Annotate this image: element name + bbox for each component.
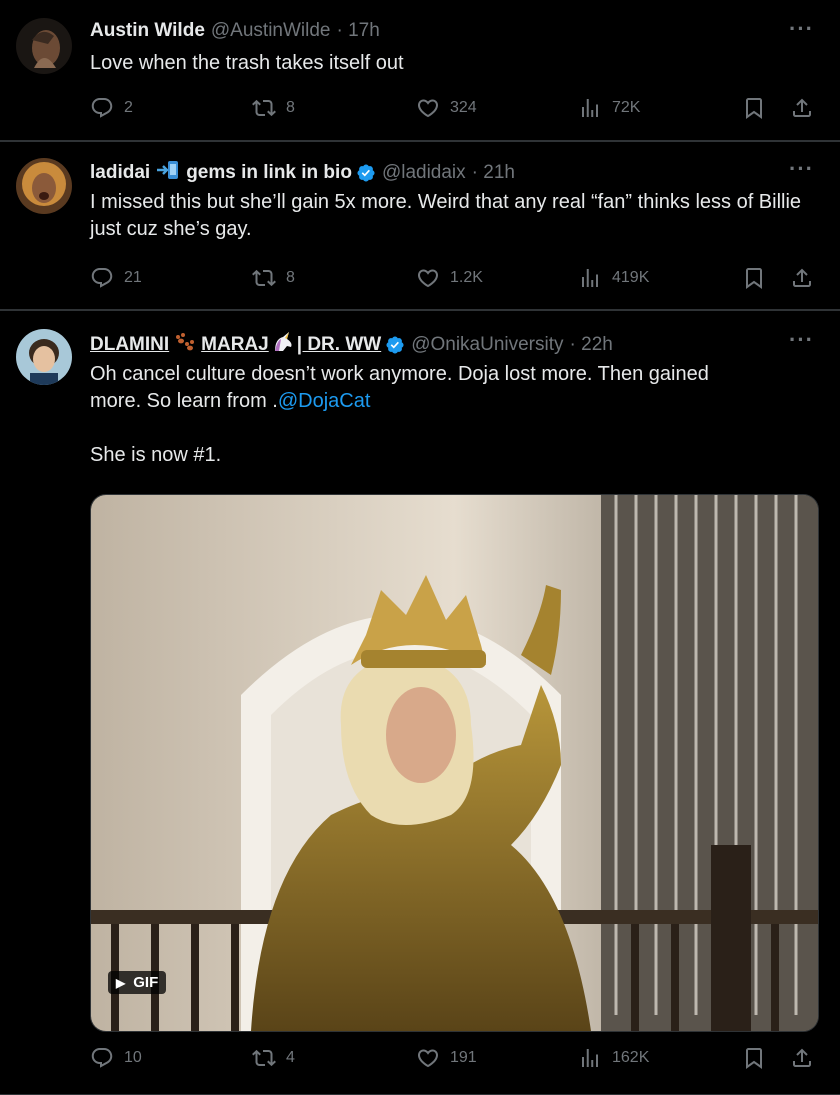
tweet[interactable]: DLAMINI MARAJ | DR. WW @OnikaUniversity … [0,310,840,1095]
mention-link[interactable]: @DojaCat [278,390,371,412]
gif-image [91,495,818,1031]
retweet-count: 4 [286,1049,295,1066]
timestamp[interactable]: · 21h [472,162,515,184]
display-name-part[interactable]: gems in link in bio [186,162,352,184]
avatar[interactable] [16,158,72,214]
retweet-count: 8 [286,269,295,286]
display-name-part[interactable]: ladidai [90,162,150,184]
retweet-icon [252,96,276,120]
bookmark-icon[interactable] [742,1046,766,1070]
retweet-icon [252,1046,276,1070]
reply-count: 2 [124,99,133,116]
like-button[interactable]: 1.2K [416,266,483,290]
retweet-button[interactable]: 8 [252,266,295,290]
views-icon [578,1046,602,1070]
like-count: 191 [450,1049,477,1066]
views-button[interactable]: 162K [578,1046,649,1070]
like-button[interactable]: 324 [416,96,477,120]
more-options-button[interactable]: ··· [789,156,814,182]
bookmark-icon[interactable] [742,266,766,290]
heart-icon [416,1046,440,1070]
heart-icon [416,96,440,120]
unicorn-icon [271,331,295,359]
views-icon [578,96,602,120]
tweet-text-line: Oh cancel culture doesn’t work anymore. … [90,363,709,385]
display-name-part[interactable]: MARAJ [201,334,269,356]
retweet-icon [252,266,276,290]
view-count: 419K [612,269,650,286]
user-handle[interactable]: @ladidaix [382,162,466,184]
verified-badge-icon [385,335,405,355]
timestamp[interactable]: · 17h [337,20,380,42]
paw-prints-icon [173,332,197,358]
retweet-button[interactable]: 8 [252,96,295,120]
tweet-text-line: She is now #1. [90,444,222,466]
share-icon[interactable] [790,266,814,290]
view-count: 162K [612,1049,650,1066]
display-name-part[interactable]: DLAMINI [90,334,169,356]
reply-count: 21 [124,269,142,286]
reply-count: 10 [124,1049,142,1066]
more-options-button[interactable]: ··· [789,16,814,42]
like-count: 1.2K [450,269,483,286]
display-name[interactable]: Austin Wilde [90,20,205,42]
reply-button[interactable]: 10 [90,1046,142,1070]
more-options-button[interactable]: ··· [789,327,814,353]
reply-icon [90,1046,114,1070]
share-icon[interactable] [790,1046,814,1070]
view-count: 72K [612,99,641,116]
tweet[interactable]: Austin Wilde @AustinWilde · 17h ··· Love… [0,0,840,141]
tweet-text: Oh cancel culture doesn’t work anymore. … [90,361,820,469]
reply-button[interactable]: 2 [90,96,133,120]
play-icon: ▶ [116,975,126,990]
phone-arrow-emoji-icon [156,160,180,186]
user-handle[interactable]: @AustinWilde [211,20,331,42]
timestamp[interactable]: · 22h [570,334,613,356]
tweet-text: I missed this but she’ll gain 5x more. W… [90,191,802,240]
heart-icon [416,266,440,290]
verified-badge-icon [356,163,376,183]
gif-label: GIF [133,974,159,991]
bookmark-icon[interactable] [742,96,766,120]
display-name-part[interactable]: | DR. WW [297,334,381,356]
user-handle[interactable]: @OnikaUniversity [411,334,563,356]
tweet[interactable]: ladidai gems in link in bio @ladidaix · … [0,141,840,310]
like-count: 324 [450,99,477,116]
tweet-text-fragment: more. So learn from . [90,390,278,412]
tweet-text-line: more. So learn from .@DojaCat [90,388,820,415]
reply-icon [90,96,114,120]
views-icon [578,266,602,290]
gif-badge: ▶ GIF [108,971,167,994]
reply-icon [90,266,114,290]
retweet-count: 8 [286,99,295,116]
retweet-button[interactable]: 4 [252,1046,295,1070]
reply-button[interactable]: 21 [90,266,142,290]
views-button[interactable]: 72K [578,96,640,120]
tweet-text: Love when the trash takes itself out [90,52,404,74]
like-button[interactable]: 191 [416,1046,477,1070]
gif-media[interactable] [90,494,819,1032]
avatar[interactable] [16,18,72,74]
share-icon[interactable] [790,96,814,120]
avatar[interactable] [16,329,72,385]
views-button[interactable]: 419K [578,266,649,290]
